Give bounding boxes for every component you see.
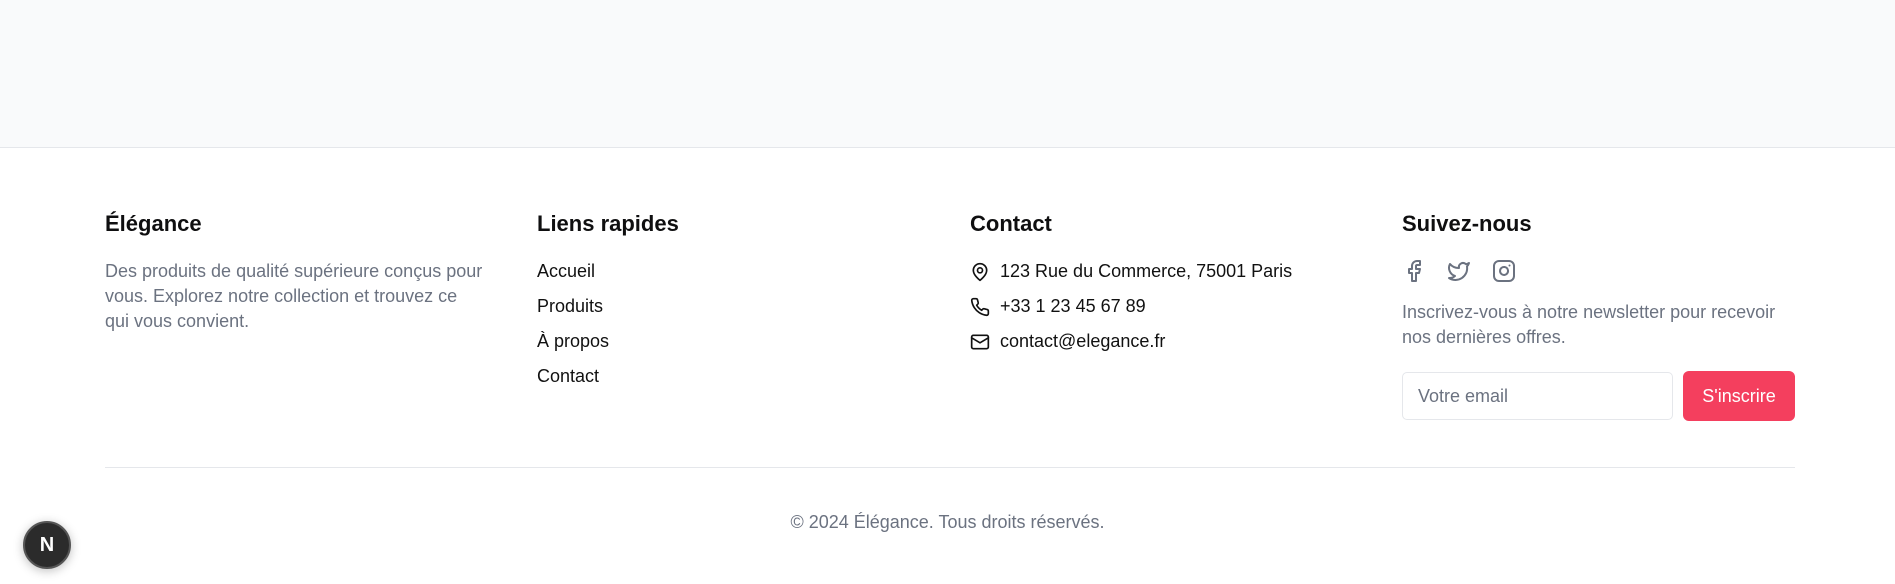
footer-social-column: Suivez-nous Inscrivez-vous à notre newsl… xyxy=(1402,211,1802,421)
map-pin-icon xyxy=(972,262,988,281)
brand-description: Des produits de qualité supérieure conçu… xyxy=(105,261,483,331)
newsletter-form: S'inscrire xyxy=(1402,371,1802,421)
contact-email-item: contact@elegance.fr xyxy=(970,329,1350,354)
nextjs-logo-icon: N xyxy=(39,533,55,556)
contact-phone: +33 1 23 45 67 89 xyxy=(1000,296,1146,316)
brand-title: Élégance xyxy=(105,211,202,236)
contact-address: 123 Rue du Commerce, 75001 Paris xyxy=(1000,261,1293,281)
contact-email: contact@elegance.fr xyxy=(1000,331,1166,351)
quick-links-title: Liens rapides xyxy=(537,211,679,236)
link-contact[interactable]: Contact xyxy=(537,364,917,389)
newsletter-email-input[interactable] xyxy=(1402,372,1673,420)
facebook-icon[interactable] xyxy=(1402,259,1426,283)
mail-icon xyxy=(970,334,990,349)
footer-quick-links-column: Liens rapides Accueil Produits À propos … xyxy=(537,211,917,399)
phone-icon xyxy=(970,297,990,316)
link-a-propos[interactable]: À propos xyxy=(537,329,917,354)
link-produits[interactable]: Produits xyxy=(537,294,917,319)
page-content-area xyxy=(0,0,1895,148)
copyright-text: © 2024 Élégance. Tous droits réservés. xyxy=(790,512,1105,532)
link-accueil[interactable]: Accueil xyxy=(537,259,917,284)
twitter-icon[interactable] xyxy=(1447,259,1471,283)
newsletter-text: Inscrivez-vous à notre newsletter pour r… xyxy=(1402,302,1776,347)
footer-contact-column: Contact 123 Rue du Commerce, 75001 Paris… xyxy=(970,211,1350,364)
contact-title: Contact xyxy=(970,211,1052,236)
footer-brand-column: Élégance Des produits de qualité supérie… xyxy=(105,211,485,334)
social-links xyxy=(1402,259,1802,283)
site-footer: Élégance Des produits de qualité supérie… xyxy=(0,148,1895,584)
social-title: Suivez-nous xyxy=(1402,211,1532,236)
contact-list: 123 Rue du Commerce, 75001 Paris +33 1 2… xyxy=(970,259,1350,354)
nextjs-dev-badge[interactable]: N xyxy=(23,521,71,569)
contact-address-item: 123 Rue du Commerce, 75001 Paris xyxy=(970,259,1350,284)
instagram-icon[interactable] xyxy=(1492,259,1516,283)
footer-divider xyxy=(105,467,1795,468)
contact-phone-item: +33 1 23 45 67 89 xyxy=(970,294,1350,319)
subscribe-button[interactable]: S'inscrire xyxy=(1683,371,1795,421)
quick-links-list: Accueil Produits À propos Contact xyxy=(537,259,917,389)
